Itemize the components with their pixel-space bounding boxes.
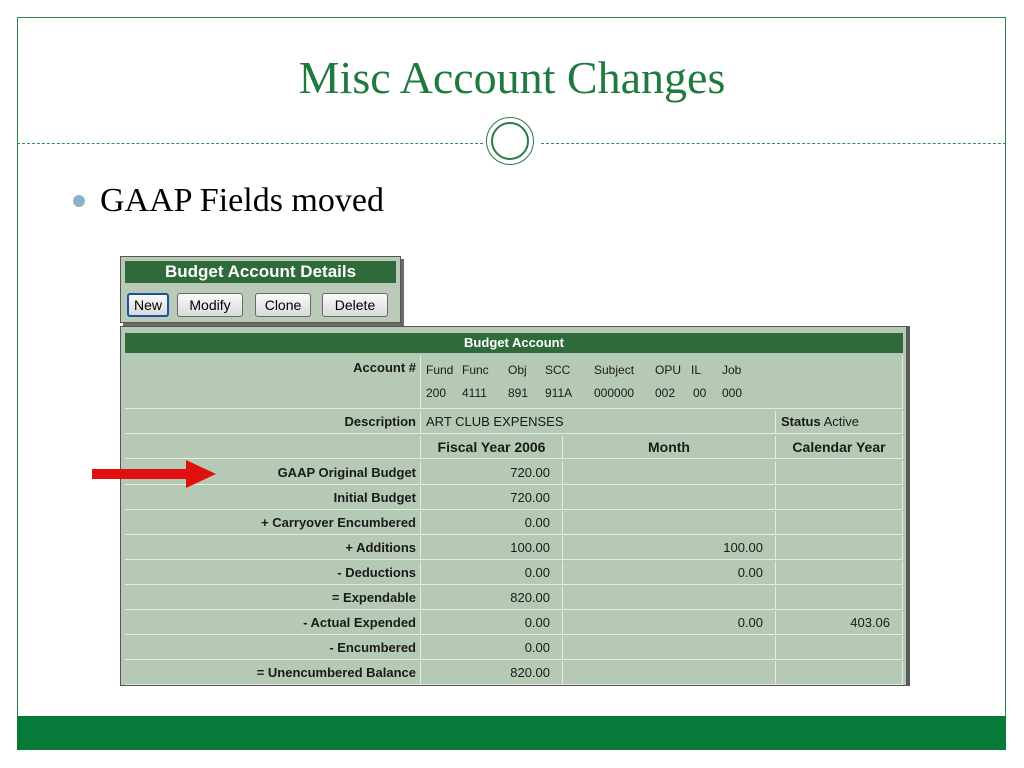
segment-name-il: IL: [691, 363, 702, 377]
bullet-icon: [73, 195, 85, 207]
cell-month-unencumbered-balance: [563, 661, 776, 685]
row-label-initial-budget: Initial Budget: [125, 486, 421, 510]
cell-calendar-gaap-original-budget: [776, 461, 903, 485]
cell-fiscal-initial-budget: 720.00: [421, 486, 563, 510]
row-label-deductions: - Deductions: [125, 561, 421, 585]
cell-calendar-actual-expended: 403.06: [776, 611, 903, 635]
cell-calendar-unencumbered-balance: [776, 661, 903, 685]
cell-fiscal-actual-expended: 0.00: [421, 611, 563, 635]
segment-name-fund: Fund: [426, 363, 454, 377]
cell-calendar-initial-budget: [776, 486, 903, 510]
cell-calendar-additions: [776, 536, 903, 560]
column-header-month: Month: [563, 436, 776, 459]
new-button[interactable]: New: [127, 293, 169, 317]
cell-fiscal-expendable: 820.00: [421, 586, 563, 610]
title-divider-right: [541, 143, 1006, 144]
cell-calendar-encumbered: [776, 636, 903, 660]
cell-month-deductions: 0.00: [563, 561, 776, 585]
slide-title: Misc Account Changes: [298, 52, 726, 103]
row-label-carryover-encumbered: + Carryover Encumbered: [125, 511, 421, 535]
row-label-unencumbered-balance: = Unencumbered Balance: [125, 661, 421, 685]
cell-month-gaap-original-budget: [563, 461, 776, 485]
cell-month-additions: 100.00: [563, 536, 776, 560]
footer-bar: [17, 716, 1006, 750]
account-number-label: Account #: [125, 355, 421, 409]
title-divider-left: [17, 143, 483, 144]
red-arrow-icon: [92, 460, 216, 488]
cell-fiscal-gaap-original-budget: 720.00: [421, 461, 563, 485]
cell-month-expendable: [563, 586, 776, 610]
segment-value-job: 000: [722, 386, 743, 400]
row-label-expendable: = Expendable: [125, 586, 421, 610]
cell-month-actual-expended: 0.00: [563, 611, 776, 635]
status-label: Status: [781, 414, 821, 429]
table-header: Budget Account: [125, 333, 903, 353]
cell-fiscal-encumbered: 0.00: [421, 636, 563, 660]
cell-calendar-deductions: [776, 561, 903, 585]
cell-fiscal-additions: 100.00: [421, 536, 563, 560]
status-cell: Status Active: [776, 411, 903, 434]
cell-fiscal-deductions: 0.00: [421, 561, 563, 585]
description-value: ART CLUB EXPENSES: [421, 411, 776, 434]
budget-account-table: Budget Account Account # Fund 200 Func 4…: [120, 326, 907, 686]
cell-month-carryover-encumbered: [563, 511, 776, 535]
segment-name-subject: Subject: [594, 363, 635, 377]
cell-fiscal-carryover-encumbered: 0.00: [421, 511, 563, 535]
segment-value-il: 00: [693, 386, 707, 400]
segment-value-fund: 200: [426, 386, 447, 400]
row-label-additions: + Additions: [125, 536, 421, 560]
modify-button[interactable]: Modify: [177, 293, 243, 317]
cell-calendar-expendable: [776, 586, 903, 610]
cell-fiscal-unencumbered-balance: 820.00: [421, 661, 563, 685]
segment-value-func: 4111: [462, 386, 487, 400]
column-header-blank: [125, 436, 421, 459]
description-label: Description: [125, 411, 421, 434]
segment-name-func: Func: [462, 363, 489, 377]
segment-value-subject: 000000: [594, 386, 635, 400]
status-value: Active: [823, 414, 860, 429]
clone-button[interactable]: Clone: [255, 293, 311, 317]
column-header-calendar-year: Calendar Year: [776, 436, 903, 459]
segment-value-scc: 911A: [545, 386, 573, 400]
segment-value-obj: 891: [508, 386, 529, 400]
column-header-fiscal-year: Fiscal Year 2006: [421, 436, 563, 459]
row-label-actual-expended: - Actual Expended: [125, 611, 421, 635]
cell-month-encumbered: [563, 636, 776, 660]
budget-account-details-panel: Budget Account Details New Modify Clone …: [120, 256, 401, 323]
delete-button[interactable]: Delete: [322, 293, 388, 317]
account-segments: Fund 200 Func 4111 Obj 891 SCC 911A Subj…: [421, 355, 903, 409]
details-panel-title: Budget Account Details: [125, 261, 396, 283]
bullet-text: GAAP Fields moved: [100, 182, 384, 219]
segment-name-scc: SCC: [545, 363, 571, 377]
segment-name-job: Job: [722, 363, 742, 377]
segment-value-opu: 002: [655, 386, 676, 400]
circle-ornament-icon: [486, 117, 534, 165]
segment-name-obj: Obj: [508, 363, 527, 377]
cell-calendar-carryover-encumbered: [776, 511, 903, 535]
segment-name-opu: OPU: [655, 363, 682, 377]
cell-month-initial-budget: [563, 486, 776, 510]
row-label-encumbered: - Encumbered: [125, 636, 421, 660]
